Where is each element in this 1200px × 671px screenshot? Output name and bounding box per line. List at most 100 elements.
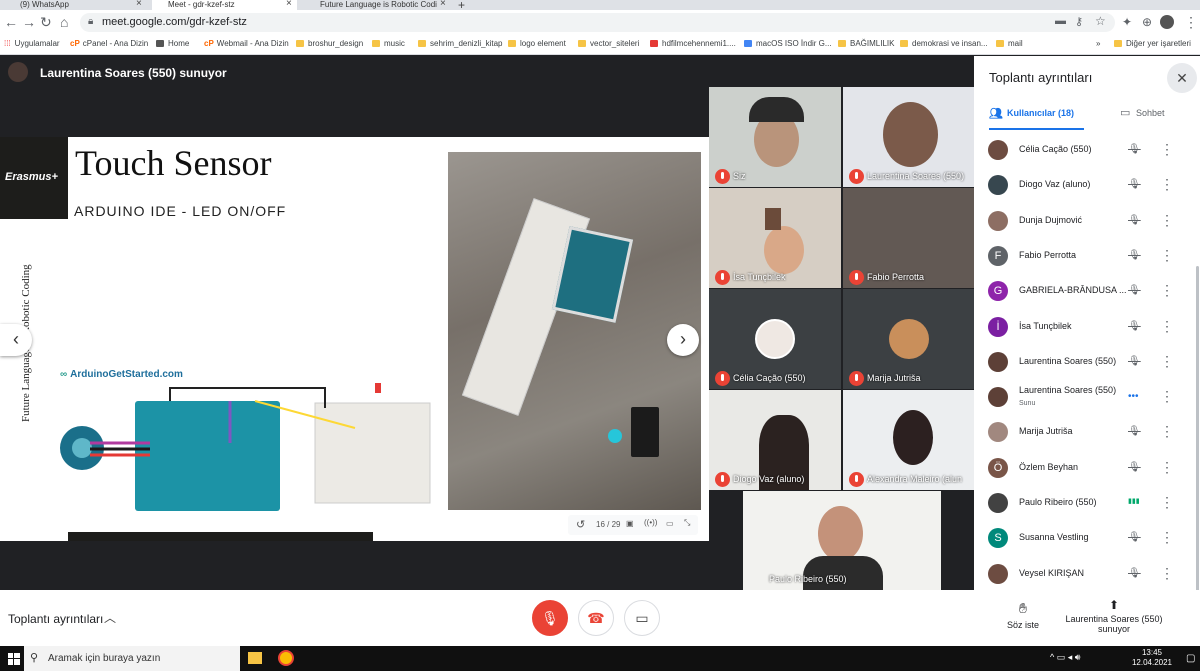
- bookmark-mail[interactable]: mail: [996, 39, 1023, 48]
- forward-icon[interactable]: →: [22, 14, 36, 30]
- home-icon[interactable]: ⌂: [60, 14, 68, 30]
- more-options-icon[interactable]: ⋮: [1160, 423, 1174, 440]
- captions-icon[interactable]: ▭: [666, 519, 674, 528]
- more-options-icon[interactable]: ⋮: [1160, 282, 1174, 299]
- participant-row[interactable]: Dunja Dujmović 🎙︎ ⋮: [974, 204, 1194, 239]
- bookmark-webmail[interactable]: cP Webmail - Ana Dizin: [204, 39, 289, 48]
- mic-off-icon[interactable]: 🎙︎: [1128, 179, 1141, 190]
- more-options-icon[interactable]: ⋮: [1160, 318, 1174, 335]
- more-options-icon[interactable]: ⋮: [1160, 529, 1174, 546]
- bookmark-hdfilm[interactable]: hdfilmcehennemi1....: [650, 39, 736, 48]
- url-input[interactable]: 🔒︎ meet.google.com/gdr-kzef-stz ▬ ⚷ ☆: [80, 13, 1115, 32]
- browser-tab-whatsapp[interactable]: (9) WhatsApp ×: [6, 0, 146, 10]
- mic-toggle-button[interactable]: 🎙︎: [532, 600, 568, 636]
- mic-off-icon[interactable]: 🎙︎: [1128, 144, 1141, 155]
- more-options-icon[interactable]: ⋮: [1160, 353, 1174, 370]
- participant-row[interactable]: Laurentina Soares (550) Sunu ••• ⋮: [974, 380, 1194, 415]
- tab-users[interactable]: 👥︎ Kullanıcılar (18): [989, 100, 1084, 130]
- tab-chat[interactable]: ▭ Sohbet: [1120, 100, 1180, 130]
- participant-row[interactable]: F Fabio Perrotta 🎙︎ ⋮: [974, 239, 1194, 274]
- exit-fullscreen-icon[interactable]: ⤡: [684, 518, 690, 528]
- chevron-up-icon[interactable]: ︿: [104, 609, 116, 626]
- menu-icon[interactable]: ⋮: [1184, 14, 1198, 30]
- more-options-icon[interactable]: ⋮: [1160, 176, 1174, 193]
- close-panel-button[interactable]: ✕: [1167, 63, 1197, 93]
- chrome-icon[interactable]: [278, 650, 294, 666]
- more-options-icon[interactable]: ⋮: [1160, 388, 1174, 405]
- key-icon[interactable]: ⚷: [1075, 15, 1083, 28]
- more-options-icon[interactable]: ⋮: [1160, 565, 1174, 582]
- bookmark-sehrim[interactable]: sehrim_denizli_kitap: [418, 39, 502, 48]
- participant-row[interactable]: Célia Cação (550) 🎙︎ ⋮: [974, 133, 1194, 168]
- chevron-right-icon[interactable]: »: [1096, 39, 1100, 48]
- windows-start-icon[interactable]: [8, 653, 20, 665]
- bookmark-demokrasi[interactable]: demokrasi ve insan...: [900, 39, 988, 48]
- close-icon[interactable]: ×: [440, 0, 446, 9]
- close-icon[interactable]: ×: [136, 0, 142, 9]
- undo-icon[interactable]: ↺: [576, 518, 585, 531]
- prev-slide-button[interactable]: ‹: [0, 324, 32, 356]
- participant-row[interactable]: Ö Özlem Beyhan 🎙︎ ⋮: [974, 451, 1194, 486]
- cast-icon[interactable]: ((•)): [644, 518, 657, 527]
- camera-toggle-button[interactable]: ▭: [624, 600, 660, 636]
- back-icon[interactable]: ←: [4, 14, 18, 30]
- notification-icon[interactable]: ▢: [1186, 653, 1195, 664]
- presenting-indicator-icon[interactable]: •••: [1128, 391, 1139, 402]
- bookmark-broshur[interactable]: broshur_design: [296, 39, 363, 48]
- profile-avatar[interactable]: [1160, 15, 1174, 29]
- participant-row[interactable]: G GABRIELA-BRÂNDUSA ... 🎙︎ ⋮: [974, 274, 1194, 309]
- mic-off-icon[interactable]: 🎙︎: [1128, 426, 1141, 437]
- star-icon[interactable]: ☆: [1095, 14, 1106, 28]
- raise-hand-button[interactable]: ✋︎ Söz iste: [1000, 600, 1046, 630]
- tray-icons[interactable]: ^ ▭ ◂ 🔊︎: [1050, 652, 1080, 663]
- taskbar-clock[interactable]: 13:45 12.04.2021: [1122, 648, 1182, 668]
- more-options-icon[interactable]: ⋮: [1160, 459, 1174, 476]
- bookmark-home[interactable]: Home: [156, 39, 189, 48]
- meeting-details-toggle[interactable]: Toplantı ayrıntıları: [8, 612, 103, 626]
- bookmark-macos[interactable]: macOS ISO İndir G...: [744, 39, 832, 48]
- video-tile[interactable]: Fabio Perrotta: [843, 188, 975, 288]
- browser-tab-meet[interactable]: Meet - gdr-kzef-stz ×: [152, 0, 297, 10]
- participant-row[interactable]: Laurentina Soares (550) 🎙︎ ⋮: [974, 345, 1194, 380]
- participant-row[interactable]: Marija Jutriša 🎙︎ ⋮: [974, 415, 1194, 450]
- participant-row[interactable]: Veysel KIRIŞAN 🎙︎ ⋮: [974, 557, 1194, 592]
- bookmark-apps[interactable]: ⁞⁞⁞ Uygulamalar: [4, 39, 60, 48]
- extensions-icon[interactable]: ✦: [1122, 14, 1132, 30]
- bookmark-vector[interactable]: vector_siteleri: [578, 39, 639, 48]
- share-icon[interactable]: ⊕: [1142, 14, 1152, 30]
- taskbar-search[interactable]: ⚲ Aramak için buraya yazın: [24, 646, 240, 671]
- participant-row[interactable]: Diogo Vaz (aluno) 🎙︎ ⋮: [974, 168, 1194, 203]
- mic-off-icon[interactable]: 🎙︎: [1128, 532, 1141, 543]
- mic-off-icon[interactable]: 🎙︎: [1128, 285, 1141, 296]
- file-explorer-icon[interactable]: [248, 652, 262, 664]
- mic-off-icon[interactable]: 🎙︎: [1128, 250, 1141, 261]
- reload-icon[interactable]: ↻: [40, 14, 52, 30]
- speaking-indicator-icon[interactable]: ▮▮▮: [1128, 497, 1140, 505]
- camera-icon[interactable]: ▬: [1055, 15, 1066, 27]
- mic-off-icon[interactable]: 🎙︎: [1128, 462, 1141, 473]
- video-tile[interactable]: Alexandra Maleiro (alun: [843, 390, 975, 490]
- grid-icon[interactable]: ▣: [626, 519, 634, 528]
- browser-tab-future-language[interactable]: Future Language is Robotic Codi ×: [302, 0, 452, 10]
- participant-row[interactable]: S Susanna Vestling 🎙︎ ⋮: [974, 521, 1194, 556]
- presenting-button[interactable]: ⬆︎ Laurentina Soares (550) sunuyor: [1064, 598, 1164, 634]
- bookmark-bagimlilik[interactable]: BAĞIMLILIK: [838, 39, 894, 48]
- video-tile[interactable]: Paulo Ribeiro (550): [743, 491, 941, 590]
- leave-call-button[interactable]: ☎︎: [578, 600, 614, 636]
- bookmark-logo-element[interactable]: logo element: [508, 39, 566, 48]
- mic-off-icon[interactable]: 🎙︎: [1128, 321, 1141, 332]
- video-tile[interactable]: Laurentina Soares (550): [843, 87, 975, 187]
- next-slide-button[interactable]: ›: [667, 324, 699, 356]
- video-tile[interactable]: Siz: [709, 87, 841, 187]
- more-options-icon[interactable]: ⋮: [1160, 212, 1174, 229]
- video-tile[interactable]: Marija Jutriša: [843, 289, 975, 389]
- bookmark-other[interactable]: Diğer yer işaretleri: [1114, 39, 1191, 48]
- participant-row[interactable]: İ İsa Tunçbilek 🎙︎ ⋮: [974, 310, 1194, 345]
- video-tile[interactable]: İsa Tunçbilek: [709, 188, 841, 288]
- more-options-icon[interactable]: ⋮: [1160, 141, 1174, 158]
- participant-row[interactable]: Paulo Ribeiro (550) ▮▮▮ ⋮: [974, 486, 1194, 521]
- more-options-icon[interactable]: ⋮: [1160, 247, 1174, 264]
- mic-off-icon[interactable]: 🎙︎: [1128, 215, 1141, 226]
- video-tile[interactable]: Diogo Vaz (aluno): [709, 390, 841, 490]
- bookmark-music[interactable]: music: [372, 39, 405, 48]
